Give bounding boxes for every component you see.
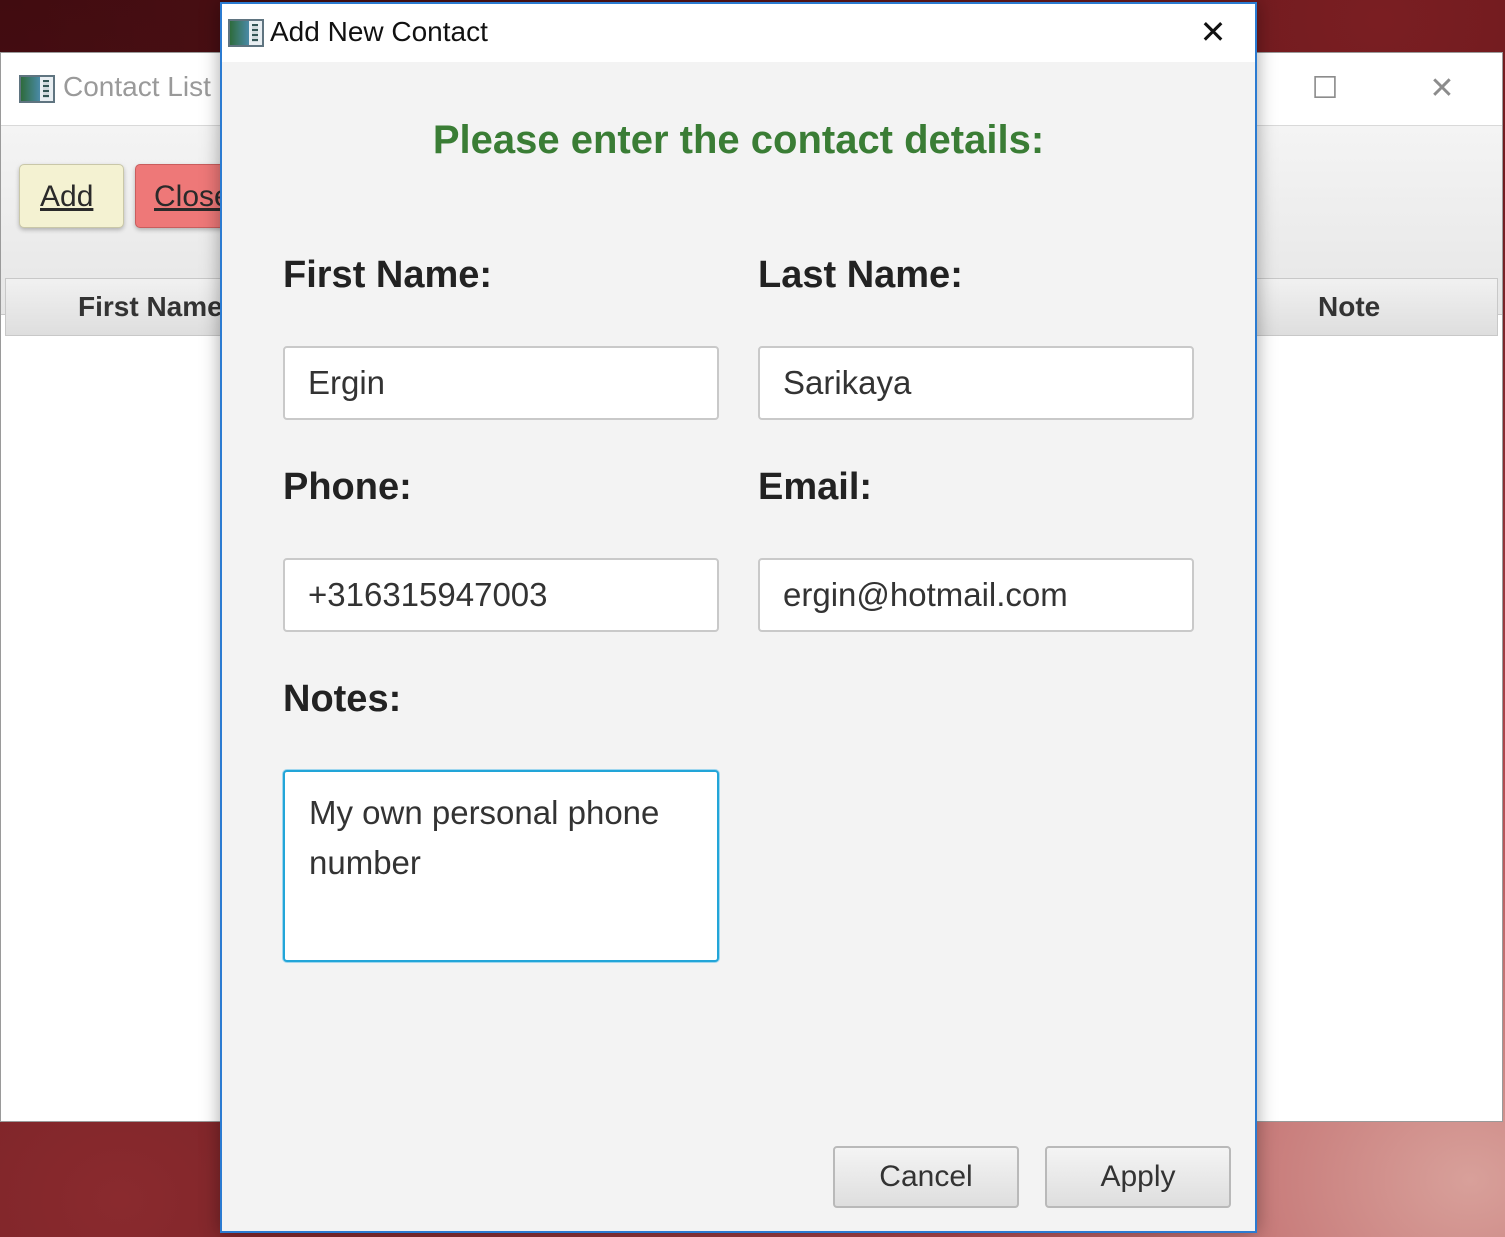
dialog-title: Add New Contact [270,16,488,47]
maximize-icon[interactable]: ☐ [1305,69,1345,109]
column-header-first-name[interactable]: First Name [78,291,223,323]
last-name-input[interactable] [758,346,1194,420]
add-contact-dialog: Add New Contact ✕ Please enter the conta… [220,2,1257,1233]
window-title: Contact List [63,71,211,102]
first-name-input[interactable] [283,346,719,420]
cancel-button[interactable]: Cancel [833,1146,1019,1208]
notes-textarea[interactable]: My own personal phone number [283,770,719,962]
apply-button[interactable]: Apply [1045,1146,1231,1208]
phone-label: Phone: [283,466,412,508]
app-icon [19,75,55,103]
dialog-titlebar: Add New Contact ✕ [222,4,1255,62]
notes-label: Notes: [283,678,402,720]
email-input[interactable] [758,558,1194,632]
first-name-label: First Name: [283,254,493,296]
dialog-heading: Please enter the contact details: [432,118,1045,162]
add-button[interactable]: Add [19,164,124,228]
last-name-label: Last Name: [758,254,963,296]
close-window-icon[interactable]: ✕ [1422,69,1462,109]
phone-input[interactable] [283,558,719,632]
dialog-close-icon[interactable]: ✕ [1193,12,1233,52]
dialog-app-icon [228,19,264,47]
email-label: Email: [758,466,873,508]
column-header-note[interactable]: Note [1318,291,1380,323]
